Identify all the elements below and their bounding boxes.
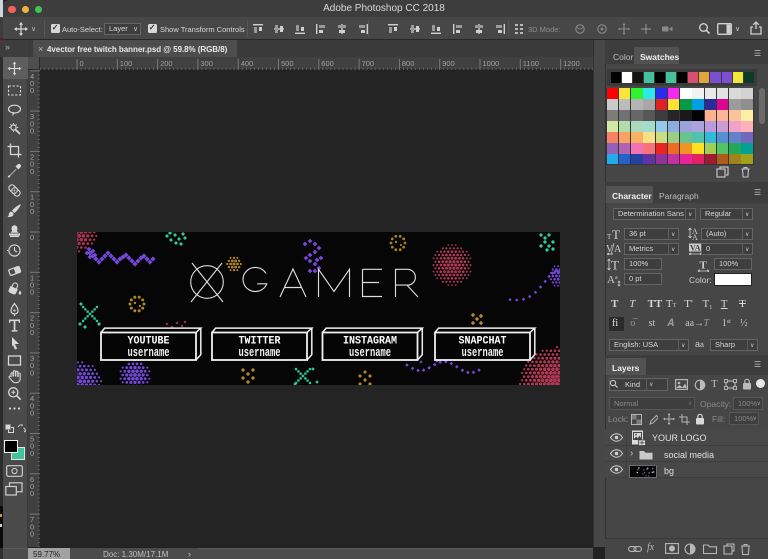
svg-text:500: 500 (281, 59, 294, 68)
svg-text:A: A (692, 233, 698, 240)
svg-text:0: 0 (80, 59, 84, 68)
svg-text:100: 100 (120, 59, 133, 68)
svg-text:800: 800 (402, 59, 415, 68)
svg-text:200: 200 (160, 59, 173, 68)
svg-text:600: 600 (321, 59, 334, 68)
svg-text:0: 0 (30, 288, 34, 297)
svg-text:700: 700 (362, 59, 375, 68)
svg-text:V: V (606, 244, 614, 255)
svg-text:T: T (611, 258, 619, 271)
svg-text:1200: 1200 (563, 59, 580, 68)
svg-text:0: 0 (30, 207, 34, 216)
svg-text:0: 0 (30, 167, 34, 176)
svg-text:0: 0 (30, 127, 34, 136)
svg-text:1100: 1100 (523, 59, 539, 68)
svg-text:0: 0 (30, 368, 34, 377)
svg-text:0: 0 (30, 489, 34, 498)
svg-text:VA: VA (690, 244, 701, 253)
svg-text:400: 400 (241, 59, 254, 68)
svg-text:a: a (615, 275, 618, 281)
svg-text:T: T (700, 260, 708, 272)
svg-text:username: username (239, 346, 281, 360)
svg-text:username: username (128, 346, 170, 360)
svg-text:300: 300 (200, 59, 213, 68)
svg-text:1000: 1000 (483, 59, 500, 68)
svg-text:username: username (349, 346, 391, 360)
svg-text:0: 0 (30, 530, 34, 539)
svg-text:T: T (612, 228, 620, 240)
svg-text:0: 0 (30, 328, 34, 337)
svg-text:T: T (607, 233, 612, 240)
svg-text:0: 0 (30, 233, 34, 242)
svg-text:A: A (614, 244, 622, 255)
svg-text:0: 0 (30, 86, 34, 95)
svg-text:0: 0 (30, 449, 34, 458)
svg-text:900: 900 (442, 59, 455, 68)
svg-text:A: A (607, 274, 615, 286)
svg-text:0: 0 (30, 409, 34, 418)
svg-text:username: username (462, 346, 504, 360)
